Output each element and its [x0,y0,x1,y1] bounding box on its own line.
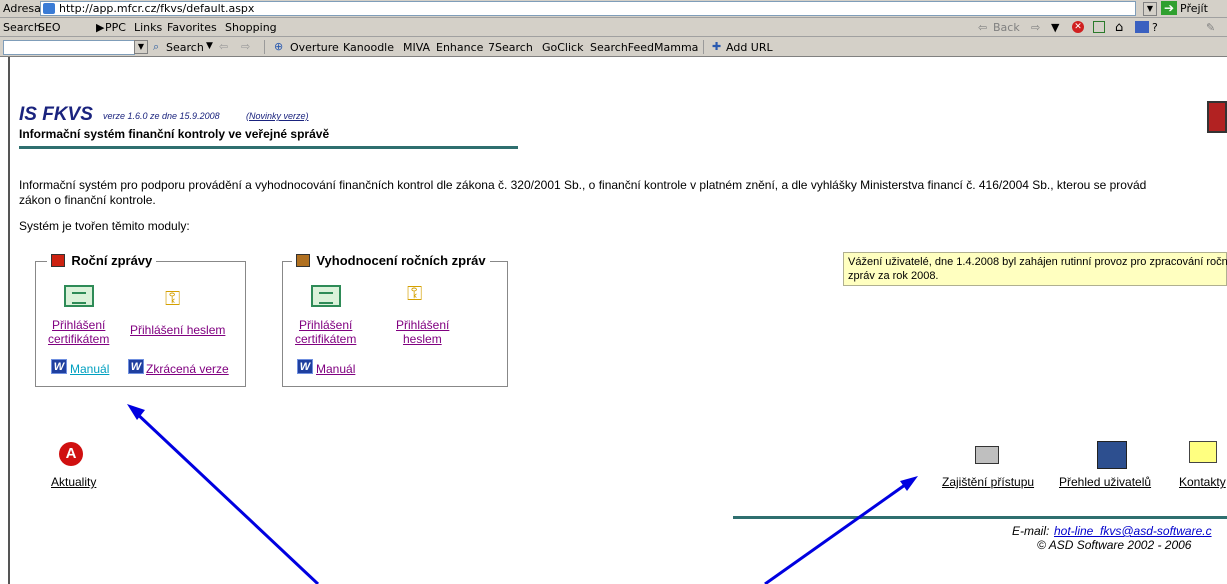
annotation-arrows [127,404,918,584]
arrow-line-right [764,478,913,584]
arrow-line-left [131,408,320,584]
arrow-head-right [900,476,918,491]
